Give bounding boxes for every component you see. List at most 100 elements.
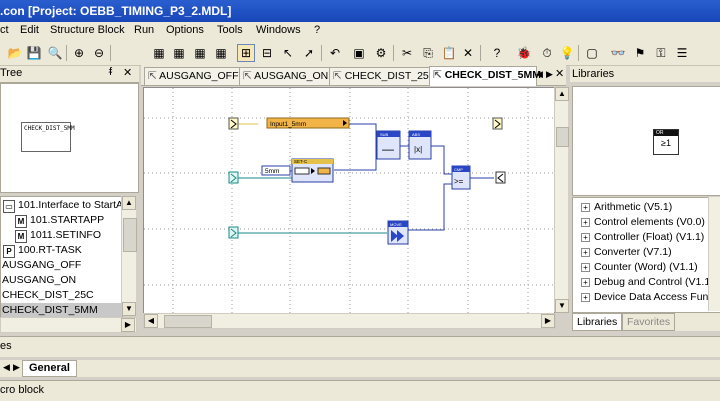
scroll-thumb[interactable] xyxy=(164,315,212,328)
block-icon[interactable]: ▦ xyxy=(170,44,188,62)
compile-icon[interactable]: ⚙ xyxy=(372,44,390,62)
menu-tools[interactable]: Tools xyxy=(217,24,243,36)
scroll-up-icon[interactable]: ▲ xyxy=(122,196,136,210)
paste-icon[interactable]: 📋 xyxy=(440,44,458,62)
tab-ausgang-off[interactable]: ⇱ AUSGANG_OFF xyxy=(144,67,242,85)
scroll-right-icon[interactable]: ▶ xyxy=(121,318,135,332)
tree-hscrollbar[interactable]: ▶ xyxy=(0,317,137,333)
output-port-top[interactable] xyxy=(492,117,503,130)
copy-icon[interactable]: ⎘ xyxy=(419,44,437,62)
input-port-1[interactable] xyxy=(228,117,239,130)
menu-windows[interactable]: Windows xyxy=(256,24,301,36)
menu-options[interactable]: Options xyxy=(166,24,204,36)
binoculars-icon[interactable]: 👓 xyxy=(609,44,627,62)
pointer-icon[interactable]: ↖ xyxy=(279,44,297,62)
bottom-scroll-left-icon[interactable]: ◀ xyxy=(3,362,10,373)
bottom-scroll-right-icon[interactable]: ▶ xyxy=(13,362,20,373)
scroll-right-icon[interactable]: ▶ xyxy=(541,314,555,328)
zoom-out-icon[interactable]: ⊖ xyxy=(90,44,108,62)
tab-scroll-right-icon[interactable]: ▶ xyxy=(546,69,553,80)
menu-structure-block[interactable]: Structure Block xyxy=(50,24,125,36)
redo-icon[interactable]: ▣ xyxy=(350,44,368,62)
help-icon[interactable]: ? xyxy=(488,44,506,62)
save-icon[interactable]: 💾 xyxy=(25,44,43,62)
tab-check-dist-25c[interactable]: ⇱ CHECK_DIST_25C xyxy=(329,67,436,85)
diagram-canvas[interactable]: Input1_5mm 5mm SET-C SUB — ABS |x| CMP >… xyxy=(143,87,555,314)
input-label-box[interactable]: Input1_5mm xyxy=(266,117,350,129)
tab-ausgang-on[interactable]: ⇱ AUSGANG_ON xyxy=(239,67,331,85)
lightbulb-icon[interactable]: 💡 xyxy=(558,44,576,62)
library-item[interactable]: + Control elements (V0.0) xyxy=(581,215,705,230)
bookmark-icon[interactable]: ⚑ xyxy=(631,44,649,62)
arrow-icon[interactable]: ➚ xyxy=(300,44,318,62)
zoom-in-icon[interactable]: ⊕ xyxy=(70,44,88,62)
library-item[interactable]: + Arithmetic (V5.1) xyxy=(581,200,672,215)
window-icon[interactable]: ▢ xyxy=(583,44,601,62)
tree-item[interactable]: M 1011.SETINFO xyxy=(1,228,122,243)
canvas-vscrollbar[interactable]: ▲ ▼ xyxy=(554,87,569,313)
connect-icon[interactable]: ⊟ xyxy=(258,44,276,62)
set-block[interactable]: SET-C xyxy=(291,158,334,183)
expand-icon[interactable]: + xyxy=(581,233,590,242)
tree-item[interactable]: P 100.RT-TASK xyxy=(1,243,122,258)
expand-icon[interactable]: + xyxy=(581,263,590,272)
tree-item[interactable]: CHECK_DIST_25C xyxy=(1,288,122,303)
tree-item[interactable]: M 101.STARTAPP xyxy=(1,213,122,228)
input-port-2[interactable] xyxy=(228,171,239,184)
input-port-3[interactable] xyxy=(228,226,239,239)
const-box[interactable]: 5mm xyxy=(261,165,291,176)
block-icon[interactable]: ▦ xyxy=(150,44,168,62)
scroll-thumb[interactable] xyxy=(556,127,569,147)
open-folder-icon[interactable]: 📂 xyxy=(6,44,24,62)
expand-icon[interactable]: + xyxy=(581,248,590,257)
tree-item[interactable]: CHECK_DIST_5MM xyxy=(1,303,122,317)
scroll-thumb[interactable] xyxy=(123,218,137,252)
canvas-hscrollbar[interactable]: ◀ ▶ xyxy=(143,313,556,329)
debug-icon[interactable]: 🐞 xyxy=(515,44,533,62)
scroll-down-icon[interactable]: ▼ xyxy=(555,299,569,313)
library-item[interactable]: + Converter (V7.1) xyxy=(581,245,672,260)
tab-check-dist-5mm[interactable]: ⇱ CHECK_DIST_5MM xyxy=(429,66,541,86)
menu-edit[interactable]: Edit xyxy=(20,24,39,36)
tree-item[interactable]: ▭ 101.Interface to StartA xyxy=(1,198,122,213)
expand-icon[interactable]: + xyxy=(581,278,590,287)
abs-block[interactable]: ABS |x| xyxy=(408,130,432,160)
output-port[interactable] xyxy=(495,171,506,184)
cut-icon[interactable]: ✂ xyxy=(398,44,416,62)
tab-libraries[interactable]: Libraries xyxy=(572,313,623,331)
cmp-block[interactable]: CMP >= xyxy=(451,165,471,190)
expand-icon[interactable]: + xyxy=(581,203,590,212)
delete-icon[interactable]: ✕ xyxy=(459,44,477,62)
tree-item[interactable]: AUSGANG_OFF xyxy=(1,258,122,273)
library-item[interactable]: + Device Data Access Functions xyxy=(581,290,720,305)
library-item[interactable]: + Debug and Control (V1.1) xyxy=(581,275,714,290)
key-icon[interactable]: ⚿ xyxy=(652,44,670,62)
search-icon[interactable]: 🔍 xyxy=(46,44,64,62)
scroll-up-icon[interactable]: ▲ xyxy=(555,87,569,101)
pin-icon[interactable]: ᵮ xyxy=(109,66,112,78)
select-icon[interactable]: ⊞ xyxy=(237,44,255,62)
library-item[interactable]: + Controller (Float) (V1.1) xyxy=(581,230,704,245)
menu-project[interactable]: ct xyxy=(0,24,9,36)
tree-scrollbar[interactable]: ▲ ▼ xyxy=(121,196,137,316)
tab-general[interactable]: General xyxy=(22,360,77,377)
list-icon[interactable]: ☰ xyxy=(673,44,691,62)
scroll-left-icon[interactable]: ◀ xyxy=(144,314,158,328)
move-block[interactable]: MOVE xyxy=(387,220,409,245)
block-icon[interactable]: ▦ xyxy=(191,44,209,62)
watch-icon[interactable]: ⏱ xyxy=(538,44,556,62)
library-scrollbar[interactable] xyxy=(708,197,720,311)
scroll-down-icon[interactable]: ▼ xyxy=(122,302,136,316)
menu-run[interactable]: Run xyxy=(134,24,154,36)
block-icon[interactable]: ▦ xyxy=(212,44,230,62)
undo-icon[interactable]: ↶ xyxy=(326,44,344,62)
library-item[interactable]: + Counter (Word) (V1.1) xyxy=(581,260,698,275)
menu-help[interactable]: ? xyxy=(314,24,320,36)
tab-favorites[interactable]: Favorites xyxy=(622,313,676,331)
expand-icon[interactable]: + xyxy=(581,218,590,227)
close-icon[interactable]: ✕ xyxy=(123,66,132,79)
tab-close-icon[interactable]: ✕ xyxy=(555,67,564,80)
sub-block[interactable]: SUB — xyxy=(376,130,401,160)
tree-item[interactable]: AUSGANG_ON xyxy=(1,273,122,288)
tab-scroll-left-icon[interactable]: ◀ xyxy=(536,69,543,80)
